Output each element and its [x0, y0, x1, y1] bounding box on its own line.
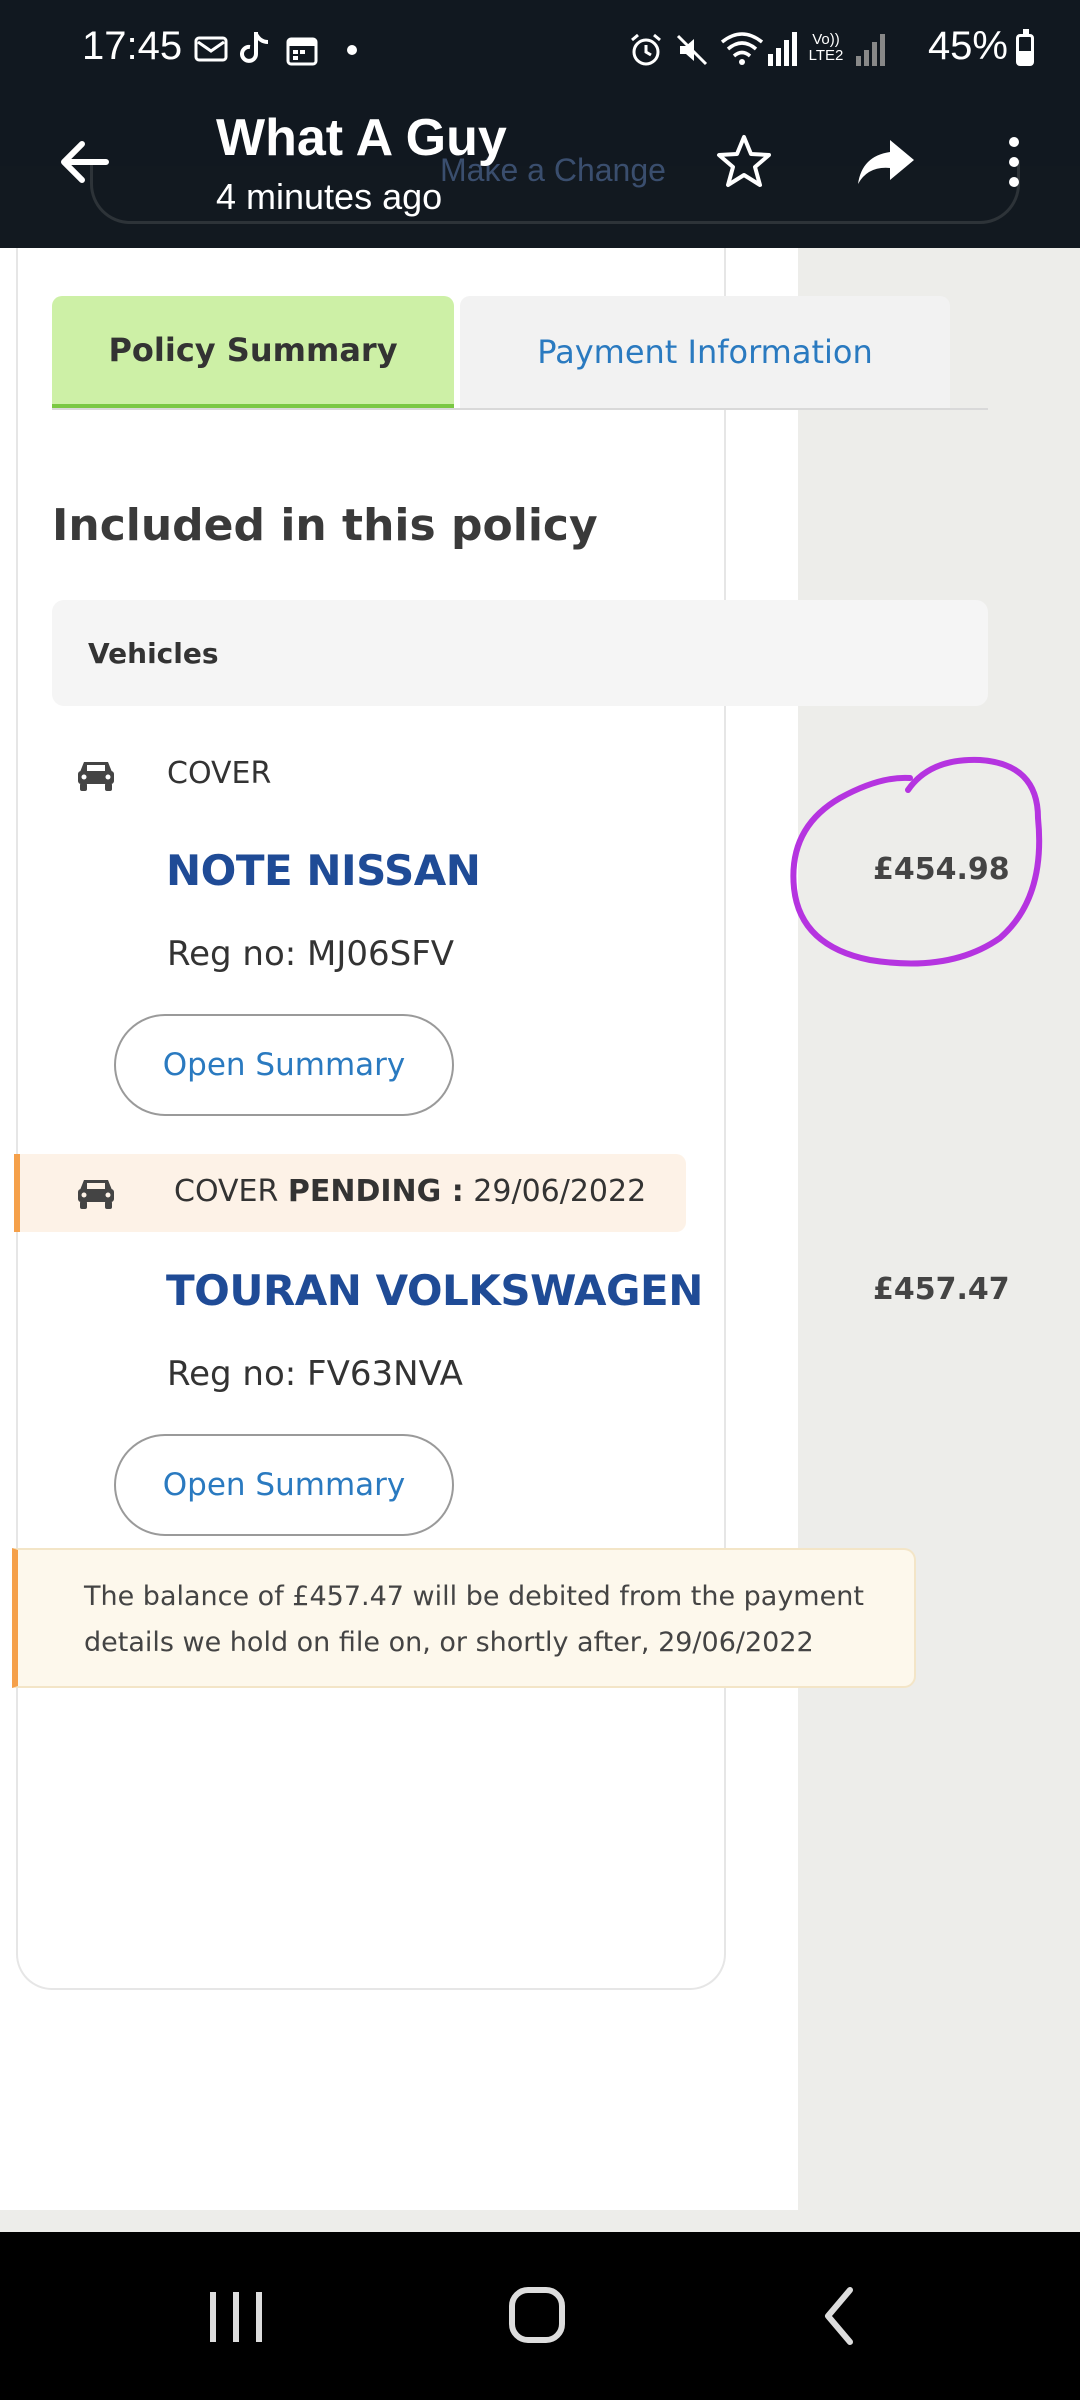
system-nav-bar	[0, 2232, 1080, 2400]
vehicle-reg: Reg no: MJ06SFV	[167, 934, 455, 974]
more-options-button[interactable]	[974, 122, 1054, 202]
wifi-icon	[720, 32, 764, 65]
share-icon	[858, 140, 914, 184]
status-time: 17:45	[82, 24, 183, 68]
car-icon	[78, 762, 114, 791]
open-summary-button[interactable]: Open Summary	[114, 1014, 454, 1116]
vehicle-reg: Reg no: FV63NVA	[167, 1354, 463, 1394]
annotation-circle	[790, 756, 1043, 967]
signal-weak-icon	[856, 34, 885, 66]
vehicle-name: TOURAN VOLKSWAGEN	[166, 1266, 703, 1315]
mute-icon	[676, 34, 708, 66]
balance-notice: The balance of £457.47 will be debited f…	[12, 1548, 916, 1688]
cover-label: COVER	[174, 1174, 279, 1209]
mail-icon	[194, 36, 228, 62]
header-subtitle: 4 minutes ago	[216, 176, 443, 217]
cover-label: COVER	[167, 756, 272, 791]
calendar-icon	[286, 37, 318, 66]
status-bar: 17:45 Vo)) LTE2 45%	[0, 0, 1080, 100]
pending-date: 29/06/2022	[473, 1174, 647, 1209]
cover-pending-status: COVER PENDING : 29/06/2022	[174, 1174, 646, 1209]
alarm-icon	[631, 33, 661, 66]
section-title: Included in this policy	[52, 500, 598, 551]
header-title: What A Guy	[216, 109, 507, 167]
notice-line: The balance of £457.47 will be debited f…	[84, 1581, 864, 1612]
volte-label: Vo)) LTE2	[808, 31, 844, 64]
chevron-left-icon	[825, 2287, 853, 2345]
back-button[interactable]	[44, 122, 124, 202]
back-nav-button[interactable]	[800, 2276, 880, 2356]
recent-apps-icon	[210, 2292, 262, 2342]
more-vertical-icon	[1009, 137, 1019, 187]
dot-icon	[347, 45, 357, 55]
star-button[interactable]	[704, 122, 784, 202]
notice-line: details we hold on file on, or shortly a…	[84, 1627, 814, 1658]
signal-icon	[768, 32, 797, 66]
tab-policy-summary[interactable]: Policy Summary	[52, 296, 454, 408]
vehicle-price: £457.47	[873, 1272, 1010, 1307]
recent-apps-button[interactable]	[196, 2276, 276, 2356]
tiktok-icon	[240, 32, 269, 63]
star-icon	[717, 135, 771, 187]
arrow-left-icon	[61, 141, 109, 183]
share-button[interactable]	[846, 122, 926, 202]
battery-icon	[1016, 29, 1034, 66]
pending-label: PENDING :	[287, 1174, 464, 1209]
right-column	[798, 248, 1080, 2210]
home-button[interactable]	[498, 2276, 578, 2356]
home-icon	[509, 2287, 565, 2343]
car-icon	[78, 1180, 114, 1209]
vehicle-name: NOTE NISSAN	[166, 846, 481, 895]
battery-percent: 45%	[927, 24, 1008, 68]
open-summary-button[interactable]: Open Summary	[114, 1434, 454, 1536]
tabs-divider	[52, 408, 988, 410]
vehicles-header: Vehicles	[52, 600, 988, 706]
tab-payment-information[interactable]: Payment Information	[460, 296, 950, 408]
app-header: Make a Change What A Guy 4 minutes ago	[0, 100, 1080, 248]
